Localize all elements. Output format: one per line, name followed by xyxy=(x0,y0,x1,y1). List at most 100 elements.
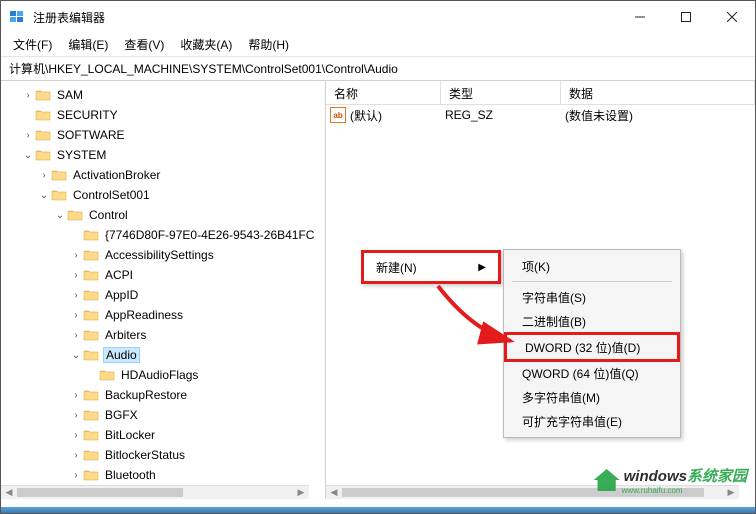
list-row[interactable]: ab (默认) REG_SZ (数值未设置) xyxy=(326,105,755,125)
tree-pane: › SAM ›SECURITY › SOFTWARE ⌄ SYSTEM ›Activation… xyxy=(1,81,326,499)
tree-item[interactable]: ›Bluetooth xyxy=(1,465,325,485)
watermark-url: www.ruhaifu.com xyxy=(622,486,747,495)
menu-help[interactable]: 帮助(H) xyxy=(242,34,295,55)
menu-item-qword[interactable]: QWORD (64 位)值(Q) xyxy=(504,361,680,385)
tree-item[interactable]: › BitLocker xyxy=(1,425,325,445)
value-type: REG_SZ xyxy=(445,108,565,122)
tree-item-label: ACPI xyxy=(103,267,135,283)
folder-icon xyxy=(83,328,99,342)
tree-item-label: HDAudioFlags xyxy=(119,367,200,383)
menu-separator xyxy=(512,281,672,282)
chevron-right-icon[interactable]: › xyxy=(69,470,83,481)
tree-item[interactable]: ⌄ Control xyxy=(1,205,325,225)
tree-item[interactable]: ›AppID xyxy=(1,285,325,305)
menu-item-multistring[interactable]: 多字符串值(M) xyxy=(504,385,680,409)
folder-icon xyxy=(67,208,83,222)
folder-icon xyxy=(35,128,51,142)
col-type[interactable]: 类型 xyxy=(441,81,561,104)
menu-view[interactable]: 查看(V) xyxy=(118,34,170,55)
tree-item-label: Control xyxy=(87,207,130,223)
folder-icon xyxy=(35,148,51,162)
chevron-right-icon[interactable]: › xyxy=(69,330,83,341)
chevron-right-icon[interactable]: › xyxy=(21,90,35,101)
chevron-right-icon[interactable]: › xyxy=(37,170,51,181)
folder-icon xyxy=(35,108,51,122)
scroll-left-icon[interactable]: ◀ xyxy=(1,486,17,499)
folder-icon xyxy=(35,88,51,102)
folder-icon xyxy=(99,368,115,382)
tree-item[interactable]: › ACPI xyxy=(1,265,325,285)
menu-item-expandstring[interactable]: 可扩充字符串值(E) xyxy=(504,409,680,433)
tree-item-label: AccessibilitySettings xyxy=(103,247,216,263)
tree-item-label: Arbiters xyxy=(103,327,148,343)
tree-item-label: {7746D80F-97E0-4E26-9543-26B41FC xyxy=(103,227,316,243)
col-name[interactable]: 名称 xyxy=(326,81,441,104)
tree-item[interactable]: › BGFX xyxy=(1,405,325,425)
tree-item-label: SAM xyxy=(55,87,85,103)
tree-item[interactable]: ›HDAudioFlags xyxy=(1,365,325,385)
menu-item-label: 新建(N) xyxy=(376,259,417,276)
chevron-right-icon[interactable]: › xyxy=(69,390,83,401)
chevron-down-icon[interactable]: ⌄ xyxy=(21,150,35,161)
tree-item[interactable]: › SAM xyxy=(1,85,325,105)
tree-item-label: SYSTEM xyxy=(55,147,108,163)
chevron-right-icon[interactable]: › xyxy=(21,130,35,141)
menu-item-key[interactable]: 项(K) xyxy=(504,254,680,278)
tree-item[interactable]: ›SECURITY xyxy=(1,105,325,125)
scroll-right-icon[interactable]: ▶ xyxy=(293,486,309,499)
chevron-right-icon[interactable]: › xyxy=(69,430,83,441)
folder-icon xyxy=(51,188,67,202)
list-header: 名称 类型 数据 xyxy=(326,81,755,105)
tree-item[interactable]: › SOFTWARE xyxy=(1,125,325,145)
chevron-down-icon[interactable]: ⌄ xyxy=(69,350,83,361)
menu-edit[interactable]: 编辑(E) xyxy=(62,34,114,55)
tree-item[interactable]: ›ActivationBroker xyxy=(1,165,325,185)
tree-item-label: BitLocker xyxy=(103,427,157,443)
tree-item[interactable]: ⌄ControlSet001 xyxy=(1,185,325,205)
chevron-right-icon[interactable]: › xyxy=(69,250,83,261)
watermark: windows系统家园 www.ruhaifu.com xyxy=(594,465,747,495)
tree-item[interactable]: ⌄ SYSTEM xyxy=(1,145,325,165)
folder-icon xyxy=(51,168,67,182)
menu-favorites[interactable]: 收藏夹(A) xyxy=(174,34,238,55)
tree-item[interactable]: ⌄Audio xyxy=(1,345,325,365)
menu-item-new[interactable]: 新建(N) ▶ xyxy=(364,253,498,281)
tree-item-label: AppReadiness xyxy=(103,307,185,323)
context-menu: 新建(N) ▶ xyxy=(361,250,501,284)
menu-item-dword[interactable]: DWORD (32 位)值(D) xyxy=(504,332,680,362)
house-icon xyxy=(594,469,620,491)
chevron-right-icon[interactable]: › xyxy=(69,450,83,461)
folder-icon xyxy=(83,308,99,322)
tree-item[interactable]: › AccessibilitySettings xyxy=(1,245,325,265)
folder-icon xyxy=(83,448,99,462)
tree-item[interactable]: › Arbiters xyxy=(1,325,325,345)
col-data[interactable]: 数据 xyxy=(561,81,755,104)
minimize-button[interactable] xyxy=(617,1,663,33)
folder-icon xyxy=(83,248,99,262)
menu-item-binary[interactable]: 二进制值(B) xyxy=(504,309,680,333)
tree-item[interactable]: ›BackupRestore xyxy=(1,385,325,405)
value-name: (默认) xyxy=(350,107,445,124)
chevron-right-icon[interactable]: › xyxy=(69,270,83,281)
chevron-right-icon[interactable]: › xyxy=(69,290,83,301)
chevron-down-icon[interactable]: ⌄ xyxy=(53,210,67,221)
submenu-new: 项(K) 字符串值(S) 二进制值(B) DWORD (32 位)值(D) QW… xyxy=(503,249,681,438)
scroll-left-icon[interactable]: ◀ xyxy=(326,486,342,499)
tree-item-label: BGFX xyxy=(103,407,140,423)
address-bar[interactable]: 计算机\HKEY_LOCAL_MACHINE\SYSTEM\ControlSet… xyxy=(1,57,755,81)
app-icon xyxy=(9,9,25,25)
maximize-button[interactable] xyxy=(663,1,709,33)
chevron-right-icon[interactable]: › xyxy=(69,310,83,321)
watermark-brand: windows xyxy=(624,468,687,485)
tree-scrollbar[interactable]: ◀ ▶ xyxy=(1,485,309,499)
menu-item-string[interactable]: 字符串值(S) xyxy=(504,285,680,309)
taskbar-edge xyxy=(1,507,755,513)
menu-file[interactable]: 文件(F) xyxy=(7,34,58,55)
chevron-right-icon[interactable]: › xyxy=(69,410,83,421)
tree-item[interactable]: ›{7746D80F-97E0-4E26-9543-26B41FC xyxy=(1,225,325,245)
close-button[interactable] xyxy=(709,1,755,33)
tree-item[interactable]: › AppReadiness xyxy=(1,305,325,325)
tree-item[interactable]: ›BitlockerStatus xyxy=(1,445,325,465)
tree-item-label: SOFTWARE xyxy=(55,127,127,143)
chevron-down-icon[interactable]: ⌄ xyxy=(37,190,51,201)
